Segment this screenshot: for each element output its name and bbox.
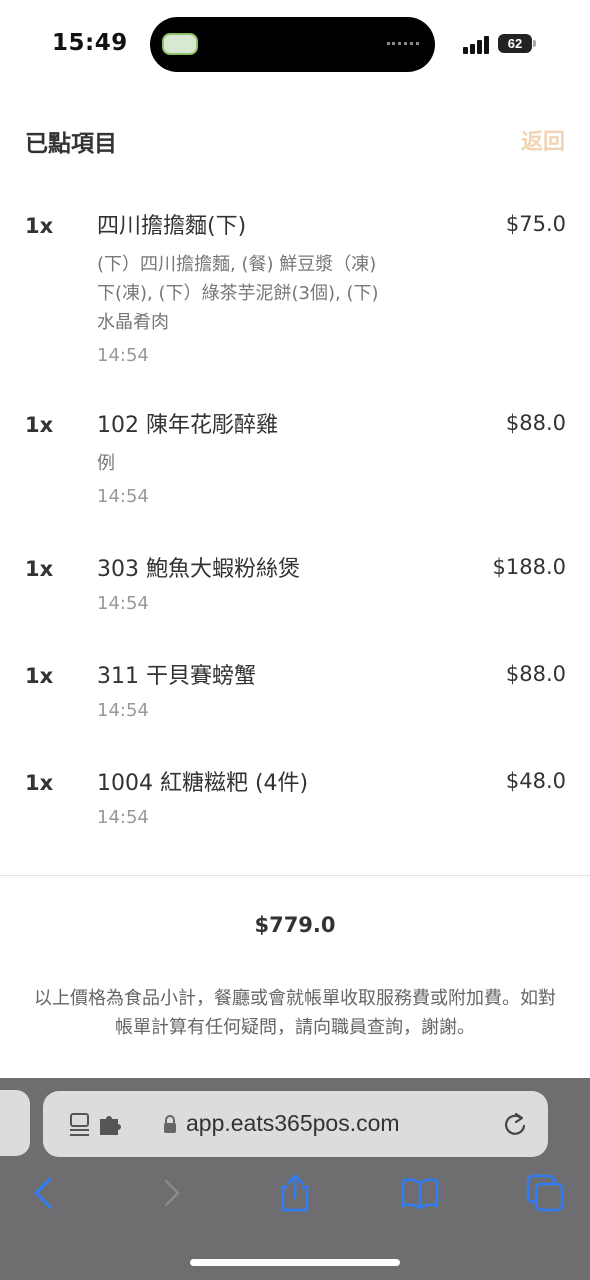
item-name: 四川擔擔麵(下) bbox=[97, 214, 247, 239]
list-item: 1x 四川擔擔麵(下) (下）四川擔擔麵, (餐) 鮮豆漿（凍) 下(凍), (… bbox=[0, 200, 590, 399]
divider bbox=[0, 875, 590, 876]
item-price: $88.0 bbox=[505, 662, 566, 686]
item-time: 14:54 bbox=[97, 593, 149, 614]
battery-nub bbox=[533, 40, 536, 47]
lock-icon bbox=[164, 1115, 176, 1133]
item-name: 102 陳年花彫醉雞 bbox=[97, 413, 278, 438]
status-bar: 15:49 62 bbox=[0, 0, 590, 90]
item-time: 14:54 bbox=[97, 700, 149, 721]
item-quantity: 1x bbox=[25, 771, 54, 795]
home-indicator bbox=[190, 1259, 400, 1266]
item-options-line: 水晶肴肉 bbox=[97, 312, 169, 333]
item-quantity: 1x bbox=[25, 557, 54, 581]
item-options: (下）四川擔擔麵, (餐) 鮮豆漿（凍) 下(凍), (下）綠茶芋泥餅(3個),… bbox=[97, 250, 477, 337]
item-price: $188.0 bbox=[492, 555, 566, 579]
page-title: 已點項目 bbox=[25, 131, 117, 157]
item-name: 303 鮑魚大蝦粉絲煲 bbox=[97, 557, 300, 582]
battery-icon: 62 bbox=[498, 34, 532, 53]
item-quantity: 1x bbox=[25, 214, 54, 238]
item-price: $75.0 bbox=[505, 212, 566, 236]
url-text[interactable]: app.eats365pos.com bbox=[186, 1110, 400, 1137]
list-item: 1x 303 鮑魚大蝦粉絲煲 14:54 $188.0 bbox=[0, 543, 590, 650]
list-item: 1x 102 陳年花彫醉雞 例 14:54 $88.0 bbox=[0, 399, 590, 543]
item-options-line: 下(凍), (下）綠茶芋泥餅(3個), (下) bbox=[97, 283, 379, 304]
item-time: 14:54 bbox=[97, 807, 149, 828]
item-price: $88.0 bbox=[505, 411, 566, 435]
forward-chevron-icon[interactable] bbox=[152, 1173, 192, 1213]
dynamic-island bbox=[150, 17, 435, 72]
item-options: 例 bbox=[97, 453, 115, 474]
item-name: 311 干貝賽螃蟹 bbox=[97, 664, 256, 689]
status-time: 15:49 bbox=[52, 30, 128, 56]
item-time: 14:54 bbox=[97, 345, 149, 366]
cellular-signal-icon bbox=[463, 34, 493, 54]
item-quantity: 1x bbox=[25, 664, 54, 688]
service-charge-note: 以上價格為食品小計，餐廳或會就帳單收取服務費或附加費。如對帳單計算有任何疑問，請… bbox=[34, 988, 556, 1038]
item-price: $48.0 bbox=[505, 769, 566, 793]
back-chevron-icon[interactable] bbox=[24, 1173, 64, 1213]
live-activity-thumbnail-icon bbox=[162, 33, 198, 55]
tabs-icon[interactable] bbox=[525, 1173, 565, 1213]
list-item: 1x 1004 紅糖糍粑 (4件) 14:54 $48.0 bbox=[0, 757, 590, 864]
reader-extension-icon[interactable] bbox=[68, 1112, 124, 1140]
item-time: 14:54 bbox=[97, 486, 149, 507]
previous-tab-preview[interactable] bbox=[0, 1090, 30, 1156]
item-options-line: (下）四川擔擔麵, (餐) 鮮豆漿（凍) bbox=[97, 254, 377, 275]
list-item: 1x 311 干貝賽螃蟹 14:54 $88.0 bbox=[0, 650, 590, 757]
activity-dots-icon bbox=[387, 42, 419, 46]
item-quantity: 1x bbox=[25, 413, 54, 437]
share-icon[interactable] bbox=[275, 1173, 315, 1213]
back-button[interactable]: 返回 bbox=[521, 124, 565, 156]
ordered-items-list: 1x 四川擔擔麵(下) (下）四川擔擔麵, (餐) 鮮豆漿（凍) 下(凍), (… bbox=[0, 200, 590, 864]
item-name: 1004 紅糖糍粑 (4件) bbox=[97, 771, 309, 796]
reload-icon[interactable] bbox=[502, 1111, 528, 1139]
bookmarks-icon[interactable] bbox=[400, 1173, 440, 1213]
order-total: $779.0 bbox=[254, 913, 336, 937]
